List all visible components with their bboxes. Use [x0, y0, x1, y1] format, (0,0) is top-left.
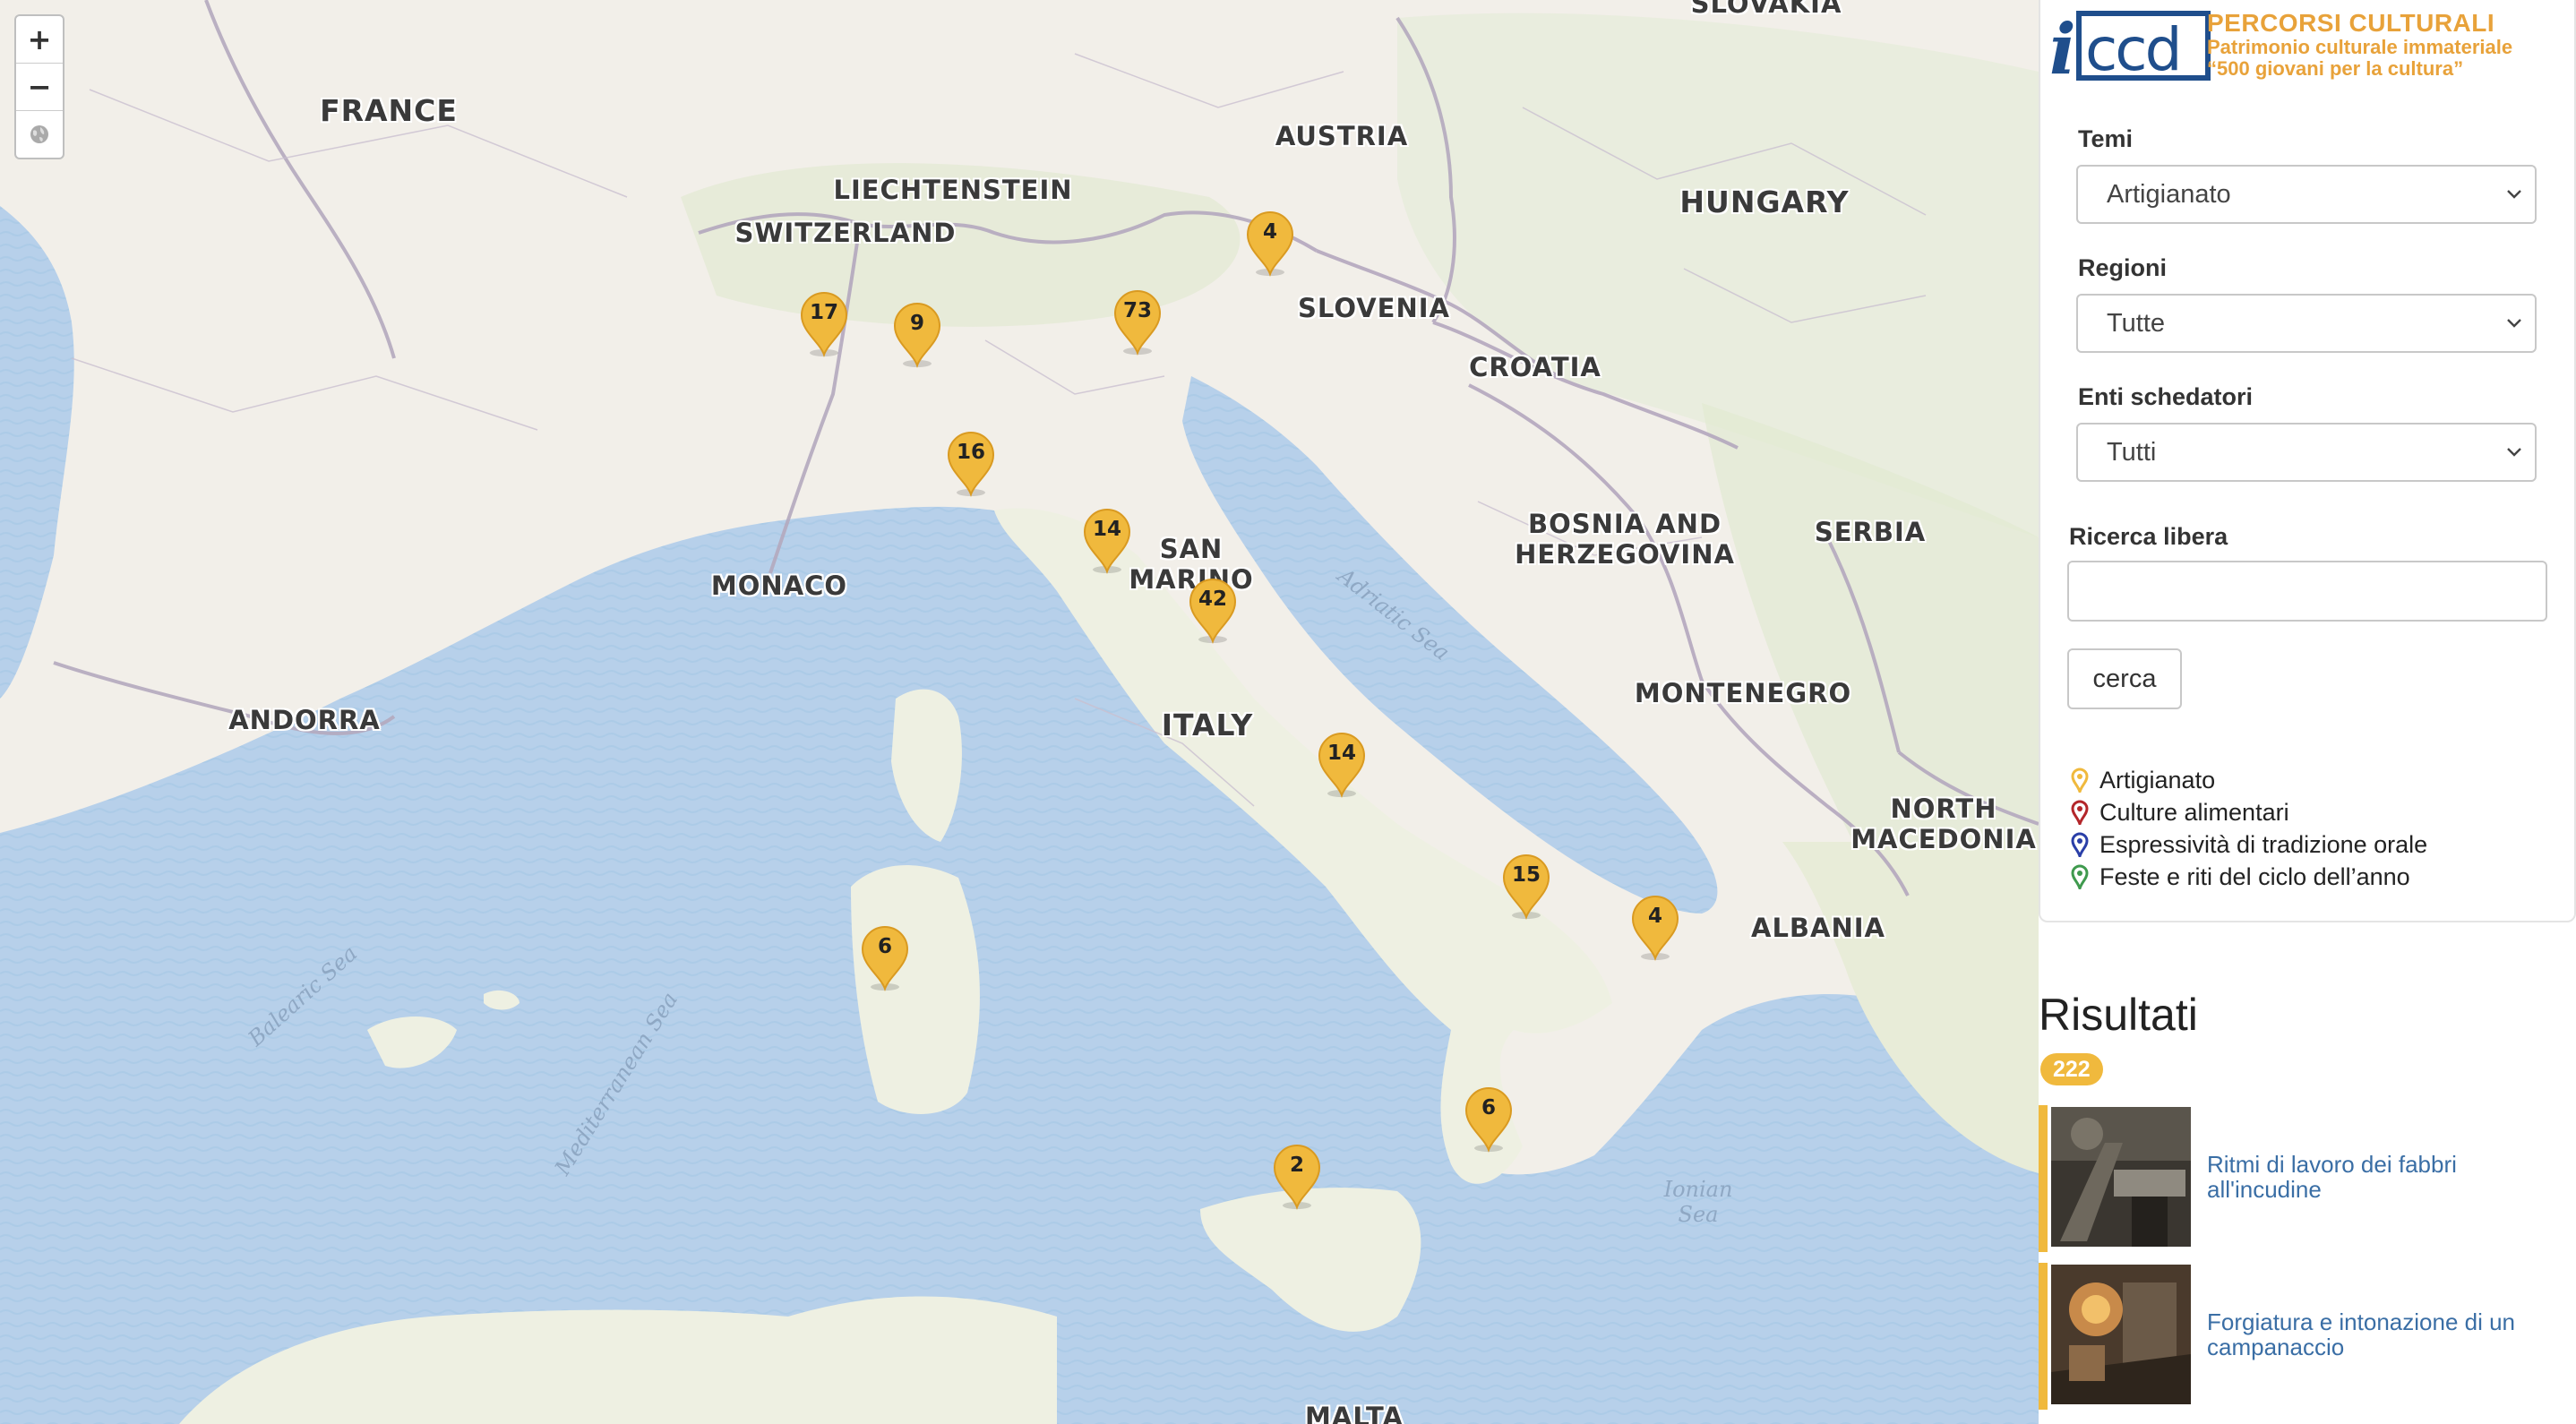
pin-icon — [2071, 768, 2089, 793]
legend-item-feste: Feste e riti del ciclo dell’anno — [2071, 862, 2410, 892]
regioni-label: Regioni — [2078, 254, 2167, 281]
svg-text:i: i — [2049, 9, 2076, 82]
results-count-badge: 222 — [2040, 1053, 2103, 1085]
country-label-monaco: MONACO — [710, 570, 848, 601]
brand-subtitle: Patrimonio culturale immateriale — [2207, 36, 2513, 58]
legend-item-culture-alimentari: Culture alimentari — [2071, 797, 2289, 828]
marker-count: 9 — [909, 312, 924, 335]
temi-select[interactable]: Artigianato — [2076, 165, 2537, 224]
zoom-in-button[interactable]: + — [16, 16, 63, 64]
result-thumbnail[interactable] — [2051, 1265, 2191, 1404]
marker-count: 15 — [1511, 863, 1541, 887]
result-thumbnail[interactable] — [2051, 1107, 2191, 1247]
marker-count: 4 — [1647, 905, 1662, 928]
country-label-albania: ALBANIA — [1751, 913, 1885, 943]
chevron-down-icon — [2507, 448, 2521, 457]
temi-value: Artigianato — [2107, 180, 2231, 209]
map-marker[interactable]: 42 — [1189, 579, 1237, 644]
country-label-slovakia: SLOVAKIA — [1690, 0, 1842, 19]
pin-icon — [2071, 800, 2089, 825]
search-button[interactable]: cerca — [2067, 648, 2182, 709]
result-title[interactable]: Forgiatura e intonazione di un campanacc… — [2207, 1309, 2565, 1360]
search-label: Ricerca libera — [2069, 523, 2228, 550]
zoom-out-button[interactable]: − — [16, 64, 63, 111]
iccd-logo: i ccd — [2049, 9, 2211, 82]
brand-subtitle-quote: “500 giovani per la cultura” — [2207, 57, 2464, 80]
globe-icon — [30, 125, 48, 143]
marker-count: 6 — [877, 935, 892, 958]
country-label-montenegro: MONTENEGRO — [1634, 678, 1852, 708]
country-label-north-macedonia: NORTH MACEDONIA — [1850, 793, 2037, 854]
marker-count: 14 — [1092, 518, 1121, 541]
zoom-control: + − — [14, 14, 64, 159]
legend-item-artigianato: Artigianato — [2071, 765, 2215, 795]
marker-count: 17 — [809, 301, 838, 324]
map-marker[interactable]: 15 — [1502, 854, 1550, 920]
svg-text:ccd: ccd — [2085, 15, 2179, 82]
country-label-serbia: SERBIA — [1814, 517, 1927, 547]
marker-count: 16 — [956, 441, 985, 464]
chevron-down-icon — [2507, 319, 2521, 328]
country-label-hungary: HUNGARY — [1679, 184, 1850, 219]
map-marker[interactable]: 9 — [893, 303, 941, 368]
map-marker[interactable]: 4 — [1246, 211, 1294, 277]
country-label-france: FRANCE — [320, 93, 458, 128]
sidebar: i ccd PERCORSI CULTURALI Patrimonio cult… — [2039, 0, 2576, 1424]
enti-value: Tutti — [2107, 438, 2157, 467]
marker-count: 73 — [1122, 299, 1152, 322]
map-marker[interactable]: 6 — [861, 926, 909, 991]
marker-count: 14 — [1327, 742, 1356, 765]
country-label-malta: MALTA — [1305, 1402, 1404, 1424]
result-item[interactable]: Ritmi di lavoro dei fabbri all'incudine — [2039, 1105, 2576, 1252]
sea-label-ionian: Ionian Sea — [1663, 1177, 1733, 1227]
result-accent-bar — [2039, 1263, 2048, 1410]
map-marker[interactable]: 2 — [1273, 1145, 1321, 1210]
marker-count: 4 — [1262, 220, 1277, 244]
result-accent-bar — [2039, 1105, 2048, 1252]
country-label-slovenia: SLOVENIA — [1298, 293, 1450, 323]
search-input[interactable] — [2067, 561, 2547, 622]
result-title[interactable]: Ritmi di lavoro dei fabbri all'incudine — [2207, 1152, 2565, 1202]
marker-count: 42 — [1198, 588, 1227, 611]
pin-icon — [2071, 832, 2089, 857]
country-label-liechtenstein: LIECHTENSTEIN — [833, 175, 1073, 205]
regioni-value: Tutte — [2107, 309, 2166, 338]
results-title: Risultati — [2039, 990, 2198, 1040]
legend-label: Espressività di tradizione orale — [2099, 830, 2428, 858]
map-marker[interactable]: 73 — [1113, 290, 1162, 356]
map-marker[interactable]: 6 — [1464, 1087, 1513, 1153]
country-label-italy: ITALY — [1161, 708, 1254, 742]
legend-label: Culture alimentari — [2099, 798, 2289, 826]
regioni-select[interactable]: Tutte — [2076, 294, 2537, 353]
country-label-bosnia: BOSNIA AND HERZEGOVINA — [1515, 509, 1735, 570]
country-label-switzerland: SWITZERLAND — [734, 218, 957, 248]
map-marker[interactable]: 17 — [800, 292, 848, 357]
marker-count: 6 — [1481, 1096, 1496, 1119]
country-label-andorra: ANDORRA — [228, 705, 381, 735]
chevron-down-icon — [2507, 190, 2521, 199]
enti-label: Enti schedatori — [2078, 383, 2254, 410]
brand-title: PERCORSI CULTURALI — [2207, 9, 2495, 37]
country-label-austria: AUSTRIA — [1275, 121, 1409, 151]
filter-panel: i ccd PERCORSI CULTURALI Patrimonio cult… — [2039, 0, 2576, 922]
legend-label: Feste e riti del ciclo dell’anno — [2099, 862, 2410, 890]
pin-icon — [2071, 864, 2089, 889]
legend-item-espressivita: Espressività di tradizione orale — [2071, 829, 2427, 860]
marker-count: 2 — [1289, 1154, 1304, 1177]
result-item[interactable]: Forgiatura e intonazione di un campanacc… — [2039, 1263, 2576, 1410]
enti-select[interactable]: Tutti — [2076, 423, 2537, 482]
temi-label: Temi — [2078, 125, 2134, 152]
map-marker[interactable]: 4 — [1631, 896, 1679, 961]
map[interactable]: FRANCE SWITZERLAND LIECHTENSTEIN AUSTRIA… — [0, 0, 2039, 1424]
map-marker[interactable]: 16 — [947, 432, 995, 497]
map-marker[interactable]: 14 — [1318, 733, 1366, 798]
country-label-croatia: CROATIA — [1469, 352, 1601, 382]
world-view-button[interactable] — [16, 111, 63, 158]
map-marker[interactable]: 14 — [1083, 509, 1131, 574]
legend-label: Artigianato — [2099, 766, 2216, 793]
